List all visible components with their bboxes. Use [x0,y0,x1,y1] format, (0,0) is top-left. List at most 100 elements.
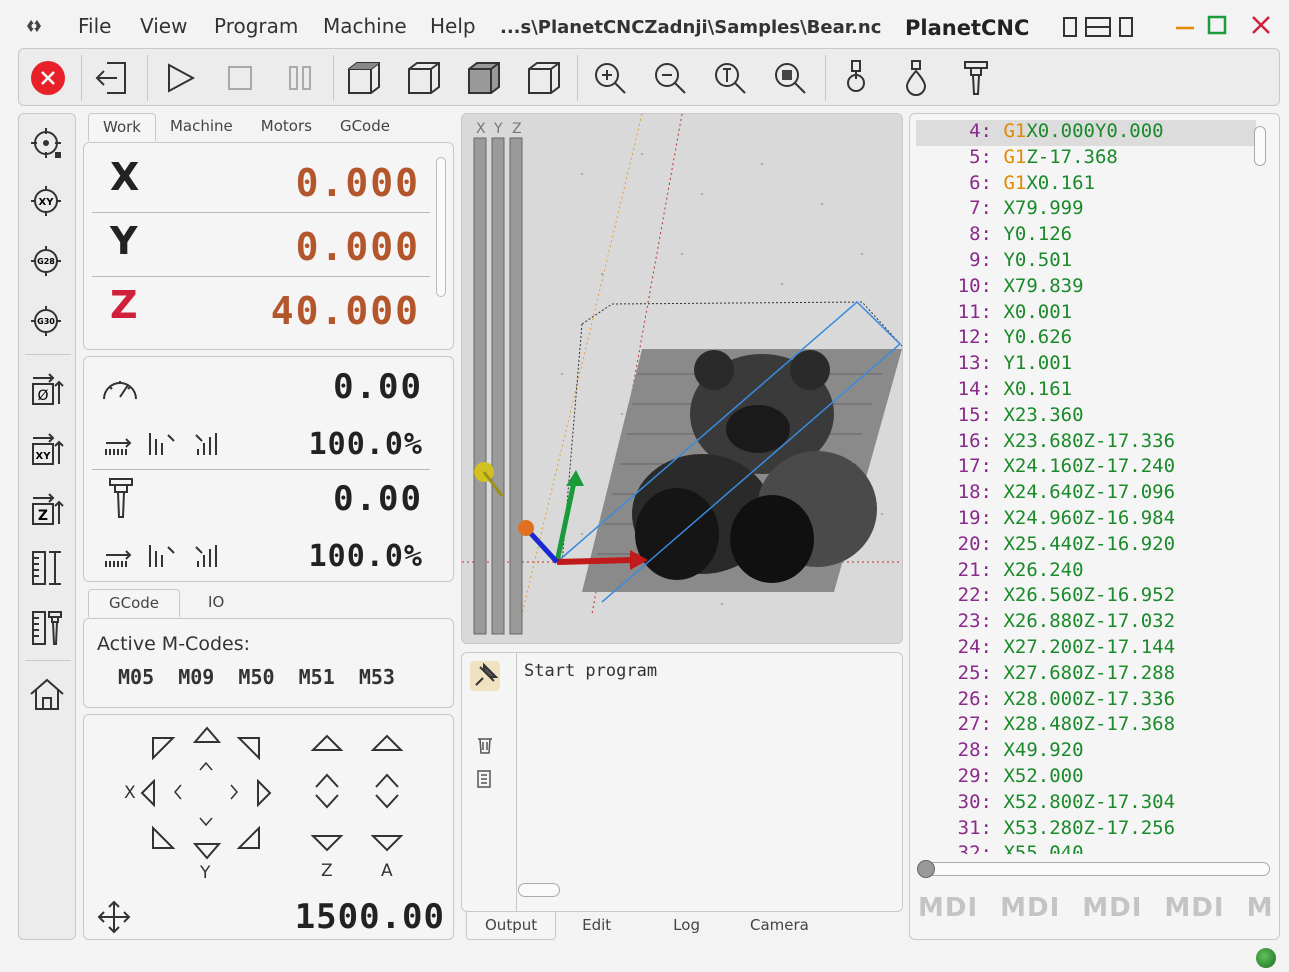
view-top-icon[interactable] [463,57,505,99]
gcode-line[interactable]: 8: Y0.126 [916,223,1256,249]
feed-override-icons[interactable] [104,429,224,457]
gcode-line[interactable]: 14: X0.161 [916,378,1256,404]
mdi-history[interactable]: MDIMDIMDIMDIMDIMDI [918,893,1274,923]
jog-yminus-small-icon[interactable] [198,813,214,827]
gcode-line[interactable]: 20: X25.440Z-16.920 [916,533,1256,559]
gcode-scrollbar[interactable] [1254,126,1266,166]
jog-a-step-icon[interactable] [374,771,400,811]
copy-output-icon[interactable] [476,769,494,789]
jog-zminus-icon[interactable] [310,833,344,853]
close-icon[interactable] [1248,12,1276,40]
jog-zplus-icon[interactable] [310,733,344,753]
gcode-line[interactable]: 17: X24.160Z-17.240 [916,455,1256,481]
menu-file[interactable]: File [78,14,111,38]
jog-yplus-icon[interactable] [192,725,222,745]
y-axis-value[interactable]: 0.000 [296,225,420,269]
view-front-icon[interactable] [403,57,445,99]
gcode-line[interactable]: 26: X28.000Z-17.336 [916,688,1256,714]
jog-yminus-icon[interactable] [192,841,222,861]
tab-camera[interactable]: Camera [736,912,823,940]
view-iso-icon[interactable] [343,57,385,99]
zoom-out-icon[interactable] [649,57,691,99]
mdi-history-item[interactable]: MDI [1247,893,1274,923]
tab-codes-gcode[interactable]: GCode [88,589,181,617]
probe-xy-icon[interactable]: XY [27,182,67,222]
minimize-icon[interactable] [1172,12,1200,40]
gcode-line[interactable]: 6: G1X0.161 [916,172,1256,198]
tab-machine[interactable]: Machine [156,113,247,141]
gcode-line[interactable]: 19: X24.960Z-16.984 [916,507,1256,533]
clear-output-icon[interactable] [476,735,494,755]
exit-icon[interactable] [91,57,133,99]
layout-toggle-icon[interactable] [1062,12,1133,40]
gcode-line[interactable]: 22: X26.560Z-16.952 [916,584,1256,610]
tab-log[interactable]: Log [637,912,736,940]
measure-height-icon[interactable] [27,548,67,588]
app-logo-icon[interactable] [22,14,46,38]
gcode-line[interactable]: 16: X23.680Z-17.336 [916,430,1256,456]
gcode-line[interactable]: 24: X27.200Z-17.144 [916,636,1256,662]
mdi-history-item[interactable]: MDI [1164,893,1224,923]
pin-icon[interactable] [470,661,500,691]
jog-speed-value[interactable]: 1500.00 [295,897,445,937]
mdi-history-item[interactable]: MDI [1000,893,1060,923]
gcode-line[interactable]: 30: X52.800Z-17.304 [916,791,1256,817]
dro-scrollbar[interactable] [436,157,446,297]
zoom-tool-icon[interactable] [709,57,751,99]
menu-view[interactable]: View [140,14,187,38]
gcode-line[interactable]: 5: G1Z-17.368 [916,146,1256,172]
gcode-line[interactable]: 9: Y0.501 [916,249,1256,275]
jog-aminus-icon[interactable] [370,833,404,853]
gcode-line[interactable]: 29: X52.000 [916,765,1256,791]
menu-program[interactable]: Program [214,14,298,38]
tool-icon[interactable] [955,57,997,99]
gcode-line[interactable]: 23: X26.880Z-17.032 [916,610,1256,636]
probe-g30-icon[interactable]: G30 [27,302,67,342]
tab-motors[interactable]: Motors [247,113,326,141]
tab-codes-io[interactable]: IO [180,589,252,617]
pause-button[interactable] [279,57,321,99]
jog-xminus-yplus-icon[interactable] [150,735,176,761]
jog-xplus-yminus-icon[interactable] [236,825,262,851]
start-button[interactable] [159,57,201,99]
toolpath-3d-viewer[interactable]: X Y Z [461,113,903,644]
gcode-position-slider[interactable] [917,860,1270,878]
jog-xplus-yplus-icon[interactable] [236,735,262,761]
gcode-line[interactable]: 25: X27.680Z-17.288 [916,662,1256,688]
estop-button[interactable] [27,57,69,99]
zero-xy-icon[interactable]: XY [27,430,67,470]
coolant-icon[interactable] [895,57,937,99]
jog-xminus-yminus-icon[interactable] [150,825,176,851]
x-axis-value[interactable]: 0.000 [296,161,420,205]
tab-output[interactable]: Output [466,912,557,940]
stop-button[interactable] [219,57,261,99]
menu-help[interactable]: Help [430,14,476,38]
jog-aplus-icon[interactable] [370,733,404,753]
jog-xplus-small-icon[interactable] [228,783,240,801]
view-side-icon[interactable] [523,57,565,99]
gcode-line[interactable]: 28: X49.920 [916,739,1256,765]
z-axis-value[interactable]: 40.000 [271,289,420,333]
zoom-in-icon[interactable] [589,57,631,99]
output-scrollbar[interactable] [518,883,560,897]
zoom-fit-icon[interactable] [769,57,811,99]
gcode-line[interactable]: 21: X26.240 [916,559,1256,585]
zero-z-icon[interactable]: Z [27,490,67,530]
gcode-line[interactable]: 4: G1X0.000Y0.000 [916,120,1256,146]
gcode-line[interactable]: 13: Y1.001 [916,352,1256,378]
measure-tool-icon[interactable] [27,608,67,648]
gcode-line[interactable]: 15: X23.360 [916,404,1256,430]
gcode-line[interactable]: 32: X55.040 [916,842,1256,854]
tab-work[interactable]: Work [88,113,156,141]
tab-gcode[interactable]: GCode [326,113,404,141]
gcode-line[interactable]: 11: X0.001 [916,301,1256,327]
probe-g28-icon[interactable]: G28 [27,242,67,282]
menu-machine[interactable]: Machine [323,14,407,38]
jog-z-step-icon[interactable] [314,771,340,811]
gcode-line[interactable]: 12: Y0.626 [916,326,1256,352]
gcode-line[interactable]: 10: X79.839 [916,275,1256,301]
mdi-history-item[interactable]: MDI [918,893,978,923]
gcode-line[interactable]: 18: X24.640Z-17.096 [916,481,1256,507]
jog-xminus-icon[interactable] [140,778,156,808]
spindle-icon[interactable] [835,57,877,99]
